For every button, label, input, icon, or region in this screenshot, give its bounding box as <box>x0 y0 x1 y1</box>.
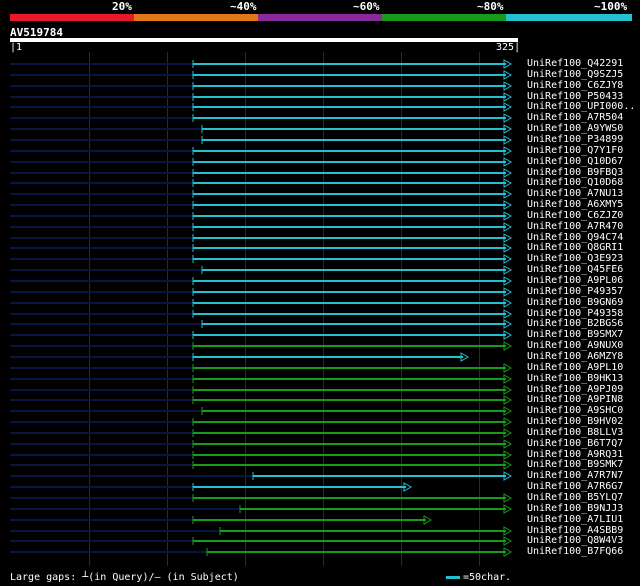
hit-name-link[interactable]: UniRef100_Q45FE6 <box>527 265 623 275</box>
scale-label: =50char. <box>463 572 512 583</box>
hit-name-link[interactable]: UniRef100_C6ZJY8 <box>527 81 623 91</box>
hit-name-link[interactable]: UniRef100_B9NJJ3 <box>527 504 623 514</box>
hit-name-link[interactable]: UniRef100_B9SMK7 <box>527 460 623 470</box>
hit-name-link[interactable]: UniRef100_A7R470 <box>527 222 623 232</box>
hit-name-link[interactable]: UniRef100_A9NUX0 <box>527 341 623 351</box>
hit-name-link[interactable]: UniRef100_Q7Y1F0 <box>527 146 623 156</box>
hit-name-link[interactable]: UniRef100_B9GN69 <box>527 298 623 308</box>
hit-name-link[interactable]: UniRef100_A9SHC0 <box>527 406 623 416</box>
hit-name-link[interactable]: UniRef100_C6ZJZ0 <box>527 211 623 221</box>
hit-name-link[interactable]: UniRef100_B2BGS6 <box>527 319 623 329</box>
hit-name-link[interactable]: UniRef100_A7R7N7 <box>527 471 623 481</box>
hit-name-link[interactable]: UniRef100_A7R6G7 <box>527 482 623 492</box>
hit-name-link[interactable]: UniRef100_Q9SZJ5 <box>527 70 623 80</box>
hit-name-link[interactable]: UniRef100_Q42291 <box>527 59 623 69</box>
scale-legend: =50char. <box>446 572 511 583</box>
hit-name-link[interactable]: UniRef100_B5YLQ7 <box>527 493 623 503</box>
hit-name-link[interactable]: UniRef100_A9PL10 <box>527 363 623 373</box>
hit-name-link[interactable]: UniRef100_Q8GRI1 <box>527 243 623 253</box>
hit-name-link[interactable]: UniRef100_Q10D68 <box>527 178 623 188</box>
hit-name-link[interactable]: UniRef100_A9YWS0 <box>527 124 623 134</box>
hit-name-link[interactable]: UniRef100_A9PL06 <box>527 276 623 286</box>
hit-name-link[interactable]: UniRef100_B9HV02 <box>527 417 623 427</box>
hit-name-link[interactable]: UniRef100_B9SMX7 <box>527 330 623 340</box>
hit-name-link[interactable]: UniRef100_UPI000.. <box>527 102 635 112</box>
hit-name-link[interactable]: UniRef100_A6XMY5 <box>527 200 623 210</box>
hit-name-link[interactable]: UniRef100_A7NU13 <box>527 189 623 199</box>
hit-name-link[interactable]: UniRef100_Q3E923 <box>527 254 623 264</box>
scale-bar <box>446 575 460 579</box>
hit-name-link[interactable]: UniRef100_B8LLV3 <box>527 428 623 438</box>
gap-legend: Large gaps: ┴(in Query)/— (in Subject) <box>10 572 239 583</box>
hit-name-link[interactable]: UniRef100_B6T7Q7 <box>527 439 623 449</box>
hit-name-link[interactable]: UniRef100_P34899 <box>527 135 623 145</box>
hit-name-link[interactable]: UniRef100_B7FQ66 <box>527 547 623 557</box>
hit-name-link[interactable]: UniRef100_A6MZY8 <box>527 352 623 362</box>
hit-name-link[interactable]: UniRef100_A9PIN8 <box>527 395 623 405</box>
hit-name-link[interactable]: UniRef100_B9HK13 <box>527 374 623 384</box>
hit-name-link[interactable]: UniRef100_Q10D67 <box>527 157 623 167</box>
hit-name-link[interactable]: UniRef100_A7R504 <box>527 113 623 123</box>
hit-name-link[interactable]: UniRef100_P49357 <box>527 287 623 297</box>
hit-name-link[interactable]: UniRef100_Q8W4V3 <box>527 536 623 546</box>
hit-name-link[interactable]: UniRef100_A7LIU1 <box>527 515 623 525</box>
